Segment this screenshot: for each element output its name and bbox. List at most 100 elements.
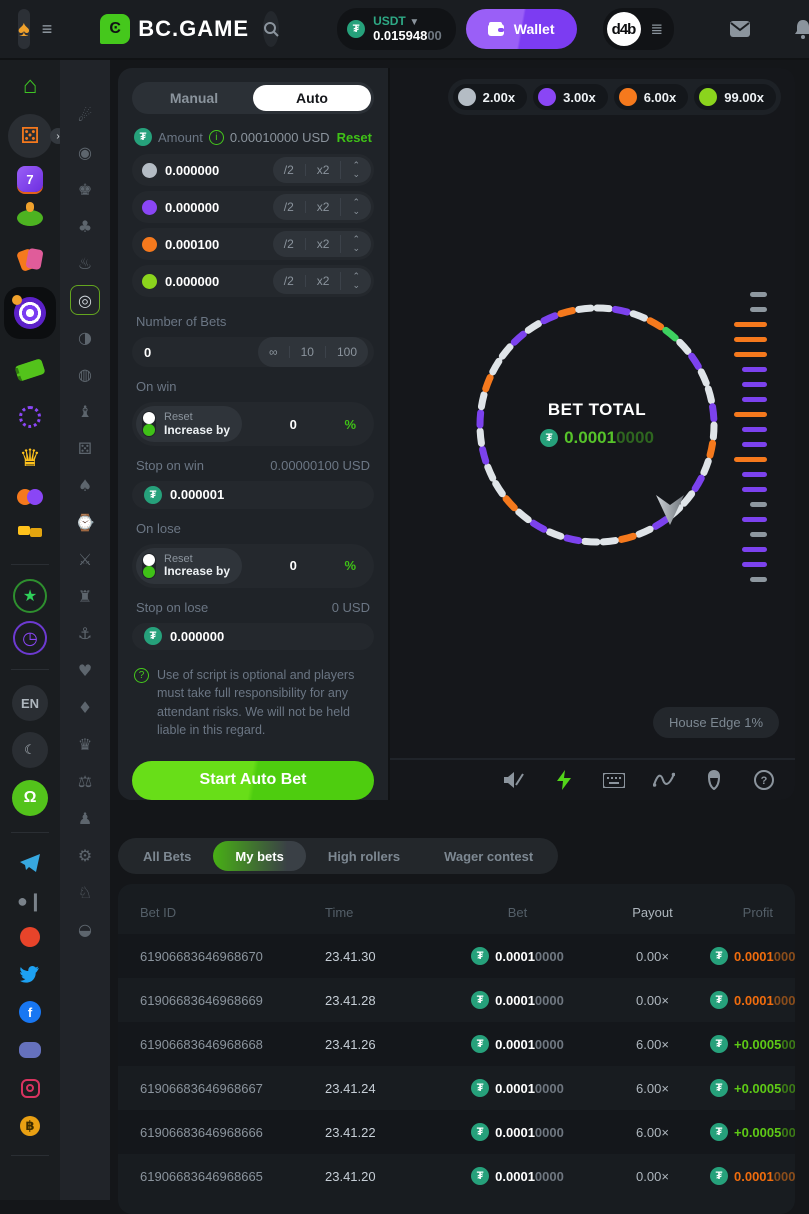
support-button[interactable]: Ω: [12, 774, 48, 822]
sidebar-item-bc-ring[interactable]: [19, 396, 41, 438]
mini-game-ripple-icon[interactable]: ♨: [70, 248, 100, 278]
sidebar-item-refer[interactable]: [17, 478, 43, 516]
turbo-icon[interactable]: [553, 769, 575, 791]
mini-game-ufo-icon[interactable]: ⚓: [70, 618, 100, 648]
social-discord[interactable]: [19, 1031, 41, 1069]
sidebar-item-slots[interactable]: 7: [17, 160, 43, 198]
reset-amounts-button[interactable]: Reset: [337, 130, 372, 145]
sidebar-item-lottery[interactable]: [17, 198, 43, 238]
sidebar-item-vip[interactable]: ♛: [19, 438, 41, 478]
table-row[interactable]: 6190668364696866523.41.20₮0.000100000.00…: [118, 1154, 795, 1198]
stop-on-win-input[interactable]: 0.000001: [170, 487, 224, 502]
bets-tab-all-bets[interactable]: All Bets: [121, 841, 213, 871]
notifications-button[interactable]: [794, 20, 809, 39]
halve-button[interactable]: /2: [273, 275, 305, 287]
on-lose-percent-input[interactable]: 0: [290, 558, 297, 573]
mini-game-kingkong-icon[interactable]: ♚: [70, 174, 100, 204]
table-row[interactable]: 6190668364696867023.41.30₮0.000100000.00…: [118, 934, 795, 978]
infinite-bets-button[interactable]: ∞: [258, 346, 289, 358]
wallet-button[interactable]: Wallet: [466, 9, 577, 49]
balance-selector[interactable]: ₮ USDT ▼ 0.01594800: [337, 8, 456, 50]
sidebar-item-recent[interactable]: ◷: [13, 617, 47, 659]
preset-100-button[interactable]: 100: [325, 346, 368, 358]
mini-game-cards2-icon[interactable]: ⚖: [70, 766, 100, 796]
tab-manual[interactable]: Manual: [135, 85, 253, 111]
sidebar-item-quests[interactable]: ★: [13, 575, 47, 617]
double-button[interactable]: x2: [305, 201, 341, 213]
multiplier-chip[interactable]: 3.00x: [533, 84, 608, 110]
social-bitcointalk[interactable]: ฿: [20, 1107, 40, 1145]
search-button[interactable]: [263, 11, 279, 47]
amount-stepper[interactable]: ⌃⌄: [340, 198, 371, 216]
amount-stepper[interactable]: ⌃⌄: [340, 272, 371, 290]
stepper-down-icon[interactable]: ⌄: [352, 281, 360, 290]
on-win-mode-toggle[interactable]: Reset Increase by: [136, 406, 242, 442]
mini-game-sword-icon[interactable]: ⚔: [70, 544, 100, 574]
mini-game-hand-icon[interactable]: ♥: [70, 655, 100, 685]
multiplier-chip[interactable]: 99.00x: [694, 84, 776, 110]
sidebar-item-bonus[interactable]: [16, 344, 44, 396]
tab-auto[interactable]: Auto: [253, 85, 371, 111]
bet-amount-input[interactable]: 0.000000: [165, 163, 219, 178]
double-button[interactable]: x2: [305, 164, 341, 176]
amount-stepper[interactable]: ⌃⌄: [340, 235, 371, 253]
double-button[interactable]: x2: [305, 238, 341, 250]
social-github[interactable]: [20, 919, 40, 955]
social-facebook[interactable]: f: [19, 993, 41, 1031]
mini-game-eggs-icon[interactable]: ◑: [70, 322, 100, 352]
number-of-bets-input[interactable]: 0: [144, 345, 151, 360]
table-row[interactable]: 6190668364696866923.41.28₮0.000100000.00…: [118, 978, 795, 1022]
profile-menu[interactable]: d4b ≣: [603, 8, 675, 50]
mini-game-ball-icon[interactable]: ◉: [70, 137, 100, 167]
mini-game-frame-icon[interactable]: ♘: [70, 877, 100, 907]
mini-game-rocket-icon[interactable]: ♦: [70, 692, 100, 722]
stepper-down-icon[interactable]: ⌄: [352, 244, 360, 253]
sidebar-item-affiliate[interactable]: [16, 516, 44, 554]
mini-game-helmet-icon[interactable]: ♟: [70, 803, 100, 833]
sidebar-item-wheel-game-active[interactable]: [4, 282, 56, 344]
table-row[interactable]: 6190668364696866723.41.24₮0.000100006.00…: [118, 1066, 795, 1110]
halve-button[interactable]: /2: [273, 201, 305, 213]
halve-button[interactable]: /2: [273, 238, 305, 250]
bets-tab-wager-contest[interactable]: Wager contest: [422, 841, 555, 871]
social-telegram[interactable]: [20, 843, 40, 883]
mini-game-tower-icon[interactable]: ♜: [70, 581, 100, 611]
stop-on-lose-field[interactable]: ₮ 0.000000: [132, 623, 374, 651]
social-instagram[interactable]: [21, 1069, 40, 1107]
bc-game-logo[interactable]: Ͼ BC.GAME: [100, 14, 249, 44]
sidebar-item-promotions[interactable]: [17, 238, 43, 282]
sidebar-item-home[interactable]: ⌂: [23, 60, 38, 112]
hotkeys-icon[interactable]: [603, 769, 625, 791]
mini-game-pinball-icon[interactable]: ☄: [70, 100, 100, 130]
spade-logo-icon[interactable]: ♠: [18, 9, 30, 49]
sidebar-item-casino[interactable]: ⚄›: [8, 112, 52, 160]
mini-game-tumbler-icon[interactable]: ⚙: [70, 840, 100, 870]
double-button[interactable]: x2: [305, 275, 341, 287]
mini-game-watch-icon[interactable]: ⌚: [70, 507, 100, 537]
messages-button[interactable]: [730, 21, 750, 37]
table-row[interactable]: 6190668364696866623.41.22₮0.000100006.00…: [118, 1110, 795, 1154]
social-medium[interactable]: ●❙: [17, 883, 43, 919]
halve-button[interactable]: /2: [273, 164, 305, 176]
bet-amount-input[interactable]: 0.000100: [165, 237, 219, 252]
table-row[interactable]: 6190668364696866823.41.26₮0.000100006.00…: [118, 1022, 795, 1066]
stepper-down-icon[interactable]: ⌄: [352, 207, 360, 216]
mini-game-leaf-icon[interactable]: ♣: [70, 211, 100, 241]
on-lose-mode-toggle[interactable]: Reset Increase by: [136, 548, 242, 584]
multiplier-chip[interactable]: 6.00x: [614, 84, 689, 110]
bet-amount-input[interactable]: 0.000000: [165, 200, 219, 215]
mini-game-wheel-icon[interactable]: ◎: [70, 285, 100, 315]
mini-game-swirl-icon[interactable]: ◍: [70, 359, 100, 389]
help-icon[interactable]: ?: [753, 769, 775, 791]
social-twitter[interactable]: [20, 955, 40, 993]
stop-on-lose-input[interactable]: 0.000000: [170, 629, 224, 644]
stepper-down-icon[interactable]: ⌄: [352, 170, 360, 179]
amount-stepper[interactable]: ⌃⌄: [340, 161, 371, 179]
on-win-percent-input[interactable]: 0: [290, 417, 297, 432]
mini-game-dice-trio-icon[interactable]: ♛: [70, 729, 100, 759]
collapse-menu-icon[interactable]: ≡: [42, 19, 53, 40]
info-icon[interactable]: i: [209, 130, 224, 145]
mini-game-cards-icon[interactable]: ♠: [70, 470, 100, 500]
multiplier-chip[interactable]: 2.00x: [453, 84, 528, 110]
theme-toggle[interactable]: ☾: [12, 726, 48, 774]
